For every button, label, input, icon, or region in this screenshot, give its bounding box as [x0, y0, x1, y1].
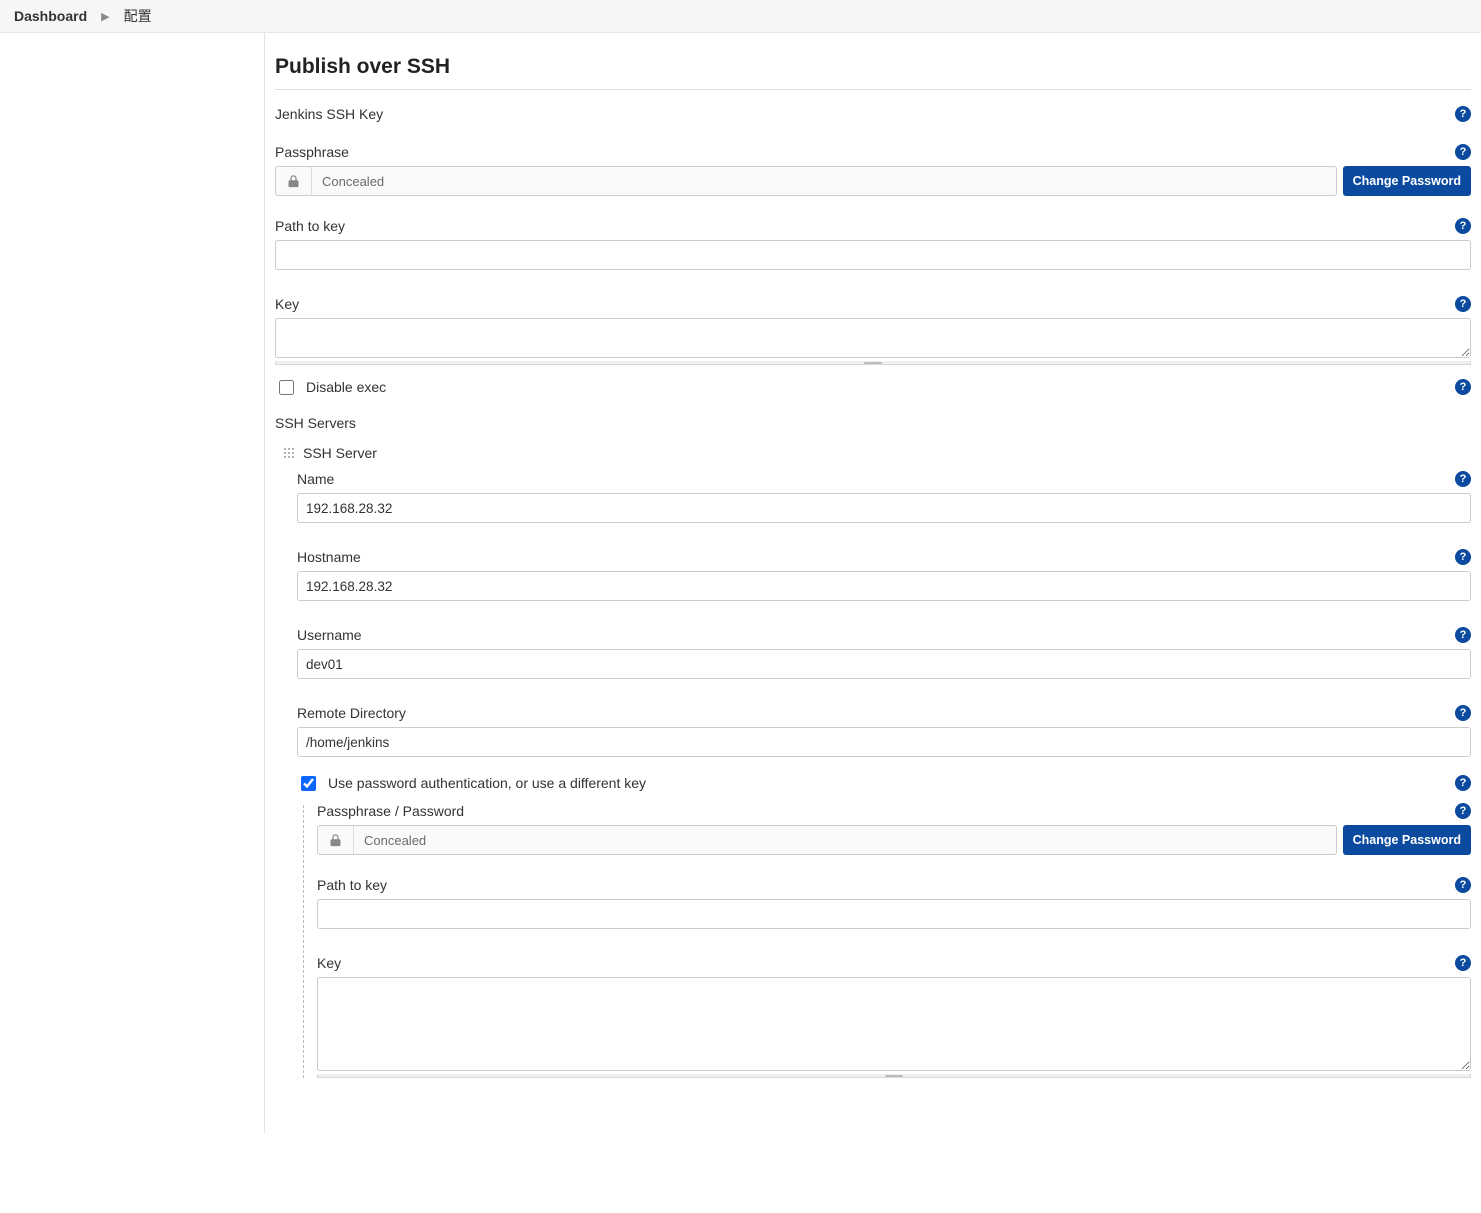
help-icon[interactable]: ?	[1455, 218, 1471, 234]
main-content: Publish over SSH Jenkins SSH Key ? Passp…	[265, 33, 1481, 1133]
textarea-resize-handle[interactable]	[275, 361, 1471, 365]
server-name-label: Name	[297, 471, 334, 487]
help-icon[interactable]: ?	[1455, 877, 1471, 893]
server-path-to-key-label: Path to key	[317, 877, 387, 893]
help-icon[interactable]: ?	[1455, 471, 1471, 487]
jenkins-ssh-key-label: Jenkins SSH Key	[275, 106, 383, 122]
passphrase-field: Concealed	[275, 166, 1337, 196]
ssh-server-header: SSH Server	[303, 445, 377, 461]
lock-icon	[318, 826, 354, 854]
help-icon[interactable]: ?	[1455, 803, 1471, 819]
server-key-textarea[interactable]	[317, 977, 1471, 1071]
passphrase-concealed-text: Concealed	[312, 174, 394, 189]
server-username-label: Username	[297, 627, 362, 643]
textarea-resize-handle[interactable]	[317, 1074, 1471, 1078]
use-password-checkbox[interactable]	[301, 776, 316, 791]
breadcrumb-current[interactable]: 配置	[124, 6, 152, 26]
help-icon[interactable]: ?	[1455, 106, 1471, 122]
passphrase-label: Passphrase	[275, 144, 349, 160]
help-icon[interactable]: ?	[1455, 705, 1471, 721]
server-passphrase-field: Concealed	[317, 825, 1337, 855]
server-passphrase-concealed-text: Concealed	[354, 833, 436, 848]
chevron-right-icon: ▶	[101, 10, 109, 23]
lock-icon	[276, 167, 312, 195]
use-password-label: Use password authentication, or use a di…	[328, 775, 646, 791]
ssh-servers-label: SSH Servers	[275, 405, 1471, 437]
password-auth-nested-block: Passphrase / Password ? Concealed Change…	[297, 803, 1471, 1078]
section-title: Publish over SSH	[275, 51, 1471, 90]
server-hostname-label: Hostname	[297, 549, 361, 565]
server-hostname-input[interactable]	[297, 571, 1471, 601]
help-icon[interactable]: ?	[1455, 379, 1471, 395]
help-icon[interactable]: ?	[1455, 955, 1471, 971]
help-icon[interactable]: ?	[1455, 627, 1471, 643]
server-path-to-key-input[interactable]	[317, 899, 1471, 929]
change-password-button[interactable]: Change Password	[1343, 166, 1471, 196]
key-label: Key	[275, 296, 299, 312]
help-icon[interactable]: ?	[1455, 775, 1471, 791]
path-to-key-input[interactable]	[275, 240, 1471, 270]
server-name-input[interactable]	[297, 493, 1471, 523]
nested-border-line	[303, 805, 304, 1078]
disable-exec-label: Disable exec	[306, 379, 386, 395]
server-passphrase-label: Passphrase / Password	[317, 803, 464, 819]
breadcrumb-dashboard[interactable]: Dashboard	[14, 8, 87, 24]
drag-handle-icon[interactable]	[283, 447, 295, 459]
server-username-input[interactable]	[297, 649, 1471, 679]
disable-exec-checkbox[interactable]	[279, 380, 294, 395]
help-icon[interactable]: ?	[1455, 549, 1471, 565]
server-remote-dir-label: Remote Directory	[297, 705, 406, 721]
key-textarea[interactable]	[275, 318, 1471, 358]
path-to-key-label: Path to key	[275, 218, 345, 234]
ssh-server-block: SSH Server Name ? Hostname ? Username	[275, 441, 1471, 1078]
help-icon[interactable]: ?	[1455, 144, 1471, 160]
server-remote-dir-input[interactable]	[297, 727, 1471, 757]
server-change-password-button[interactable]: Change Password	[1343, 825, 1471, 855]
breadcrumb: Dashboard ▶ 配置	[0, 0, 1481, 33]
server-key-label: Key	[317, 955, 341, 971]
sidebar	[0, 33, 265, 1133]
help-icon[interactable]: ?	[1455, 296, 1471, 312]
